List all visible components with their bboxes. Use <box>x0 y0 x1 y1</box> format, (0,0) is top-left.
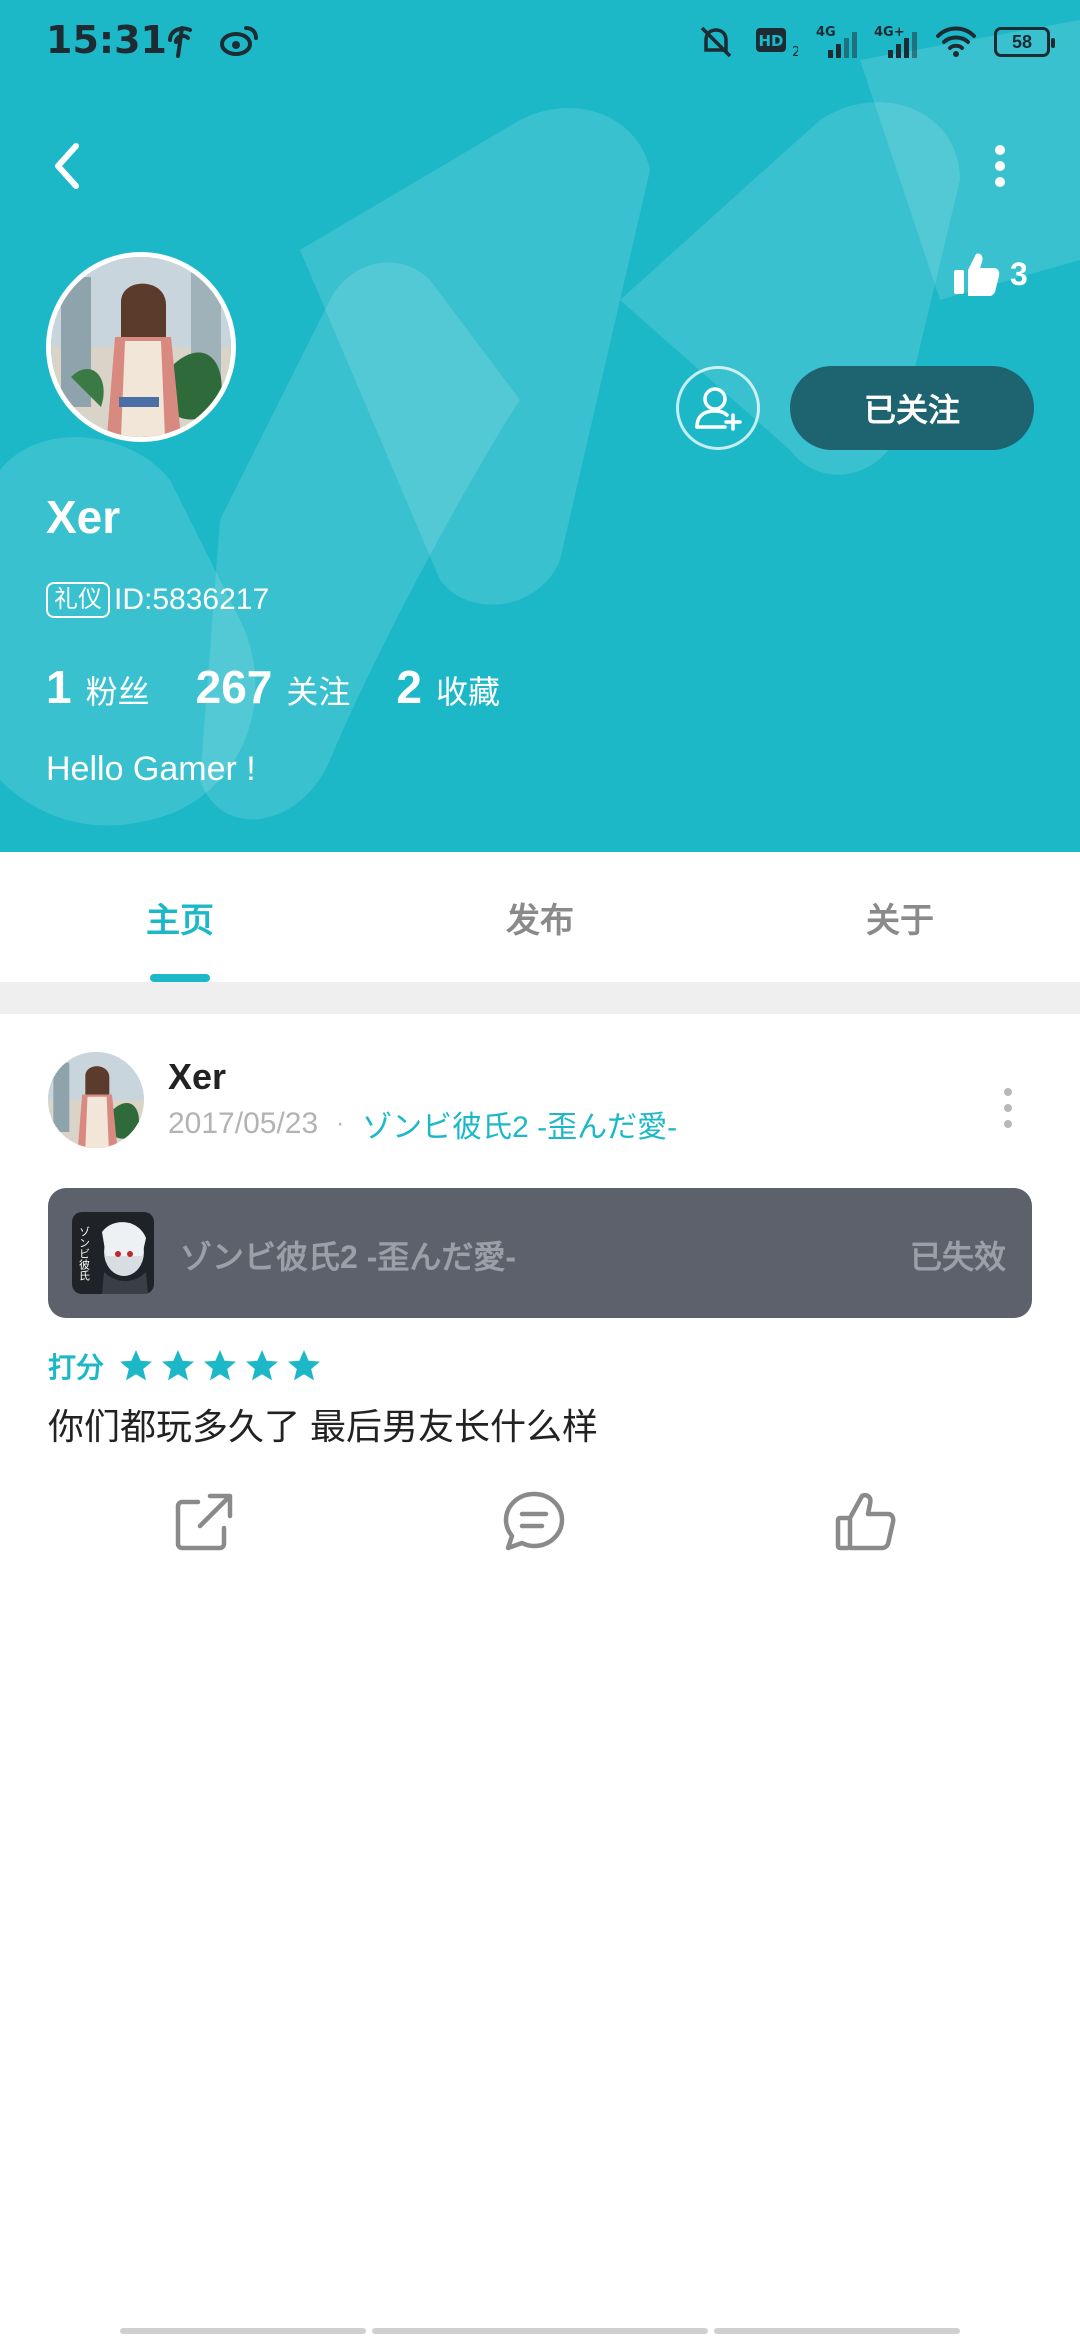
telecom-icon <box>168 26 192 58</box>
status-time: 15:31 <box>46 18 167 62</box>
game-title: ゾンビ彼氏2 -歪んだ愛- <box>180 1239 517 1275</box>
star-icon <box>162 1350 195 1381</box>
meta-separator: · <box>336 1110 345 1137</box>
signal-4g-icon: 4G <box>816 25 857 58</box>
weibo-icon <box>220 26 258 56</box>
wifi-icon <box>936 26 976 57</box>
section-divider <box>0 982 1080 1014</box>
stat-label: 关注 <box>286 674 351 710</box>
game-card[interactable]: ゾンビ彼氏 ゾンビ彼氏2 -歪んだ愛- 已失效 <box>48 1188 1032 1318</box>
post-game-link[interactable]: ゾンビ彼氏2 -歪んだ愛- <box>362 1102 677 1146</box>
rating-row: 打分 <box>48 1346 328 1386</box>
post-date: 2017/05/23 <box>168 1107 319 1140</box>
feed-post: Xer 2017/05/23 · ゾンビ彼氏2 -歪んだ愛- ゾンビ彼氏 ゾンビ… <box>0 1014 1080 1574</box>
thumbs-up-icon <box>954 253 1000 296</box>
stat-favorites[interactable]: 2 收藏 <box>396 660 500 714</box>
game-icon: ゾンビ彼氏 <box>72 1212 154 1294</box>
post-meta: 2017/05/23 · ゾンビ彼氏2 -歪んだ愛- <box>168 1102 677 1146</box>
etiquette-badge[interactable]: 礼仪 <box>46 582 110 618</box>
user-id: ID:5836217 <box>114 583 270 616</box>
follow-button[interactable]: 已关注 <box>790 366 1034 450</box>
active-tab-indicator <box>150 974 210 982</box>
nav-bar-segment <box>372 2328 708 2334</box>
stat-following[interactable]: 267 关注 <box>196 660 351 714</box>
like-count: 3 <box>1010 255 1028 292</box>
profile-like[interactable]: 3 <box>950 248 1028 300</box>
add-friend-button[interactable] <box>676 366 760 450</box>
mute-icon <box>700 26 732 58</box>
svg-text:HD: HD <box>758 32 783 50</box>
username: Xer <box>46 491 121 543</box>
stat-number: 2 <box>396 661 422 713</box>
more-vertical-icon[interactable] <box>996 1078 1020 1138</box>
tab-home[interactable]: 主页 <box>0 852 360 982</box>
star-icon <box>246 1350 279 1381</box>
nav-bar-segment <box>714 2328 960 2334</box>
post-author-name[interactable]: Xer <box>168 1056 226 1098</box>
more-vertical-icon[interactable] <box>980 130 1020 202</box>
game-status: 已失效 <box>909 1239 1006 1275</box>
star-icon <box>288 1350 321 1381</box>
stats-row: 1 粉丝 267 关注 2 收藏 <box>46 660 546 714</box>
post-body: 你们都玩多久了 最后男友长什么样 <box>48 1406 599 1447</box>
hd-icon: HD 2 <box>756 28 798 60</box>
nav-bar-segment <box>120 2328 366 2334</box>
svg-text:4G+: 4G+ <box>874 25 905 40</box>
profile-header: 15:31 HD 2 4G 4G+ 58 3 已关注 Xer 礼仪 ID:583… <box>0 0 1080 852</box>
post-author-avatar[interactable] <box>48 1052 144 1148</box>
star-icon <box>204 1350 237 1381</box>
stat-label: 粉丝 <box>85 674 150 710</box>
battery-level: 58 <box>1011 31 1033 52</box>
stat-number: 267 <box>195 661 273 713</box>
rating-label: 打分 <box>48 1352 105 1383</box>
back-icon[interactable] <box>36 130 96 202</box>
add-user-icon <box>695 387 742 431</box>
stat-label: 收藏 <box>435 674 500 710</box>
comment-icon[interactable] <box>498 1486 570 1558</box>
rating-stars <box>118 1348 328 1384</box>
profile-tabs: 主页 发布 关于 <box>0 852 1080 982</box>
game-icon-text: ゾンビ彼氏 <box>78 1226 91 1281</box>
like-icon[interactable] <box>830 1486 902 1558</box>
user-id-row: 礼仪 ID:5836217 <box>46 582 269 618</box>
svg-text:4G: 4G <box>816 25 836 40</box>
stat-number: 1 <box>46 661 72 713</box>
tab-posts[interactable]: 发布 <box>360 852 720 982</box>
svg-text:2: 2 <box>792 45 798 60</box>
stat-followers[interactable]: 1 粉丝 <box>46 660 150 714</box>
share-icon[interactable] <box>168 1486 240 1558</box>
tab-about[interactable]: 关于 <box>720 852 1080 982</box>
avatar[interactable] <box>46 252 236 442</box>
status-bar: 15:31 HD 2 4G 4G+ 58 <box>0 0 1080 86</box>
signal-4g-plus-icon: 4G+ <box>874 25 917 58</box>
user-bio: Hello Gamer ! <box>46 750 256 788</box>
battery-icon: 58 <box>994 27 1055 57</box>
star-icon <box>120 1350 153 1381</box>
